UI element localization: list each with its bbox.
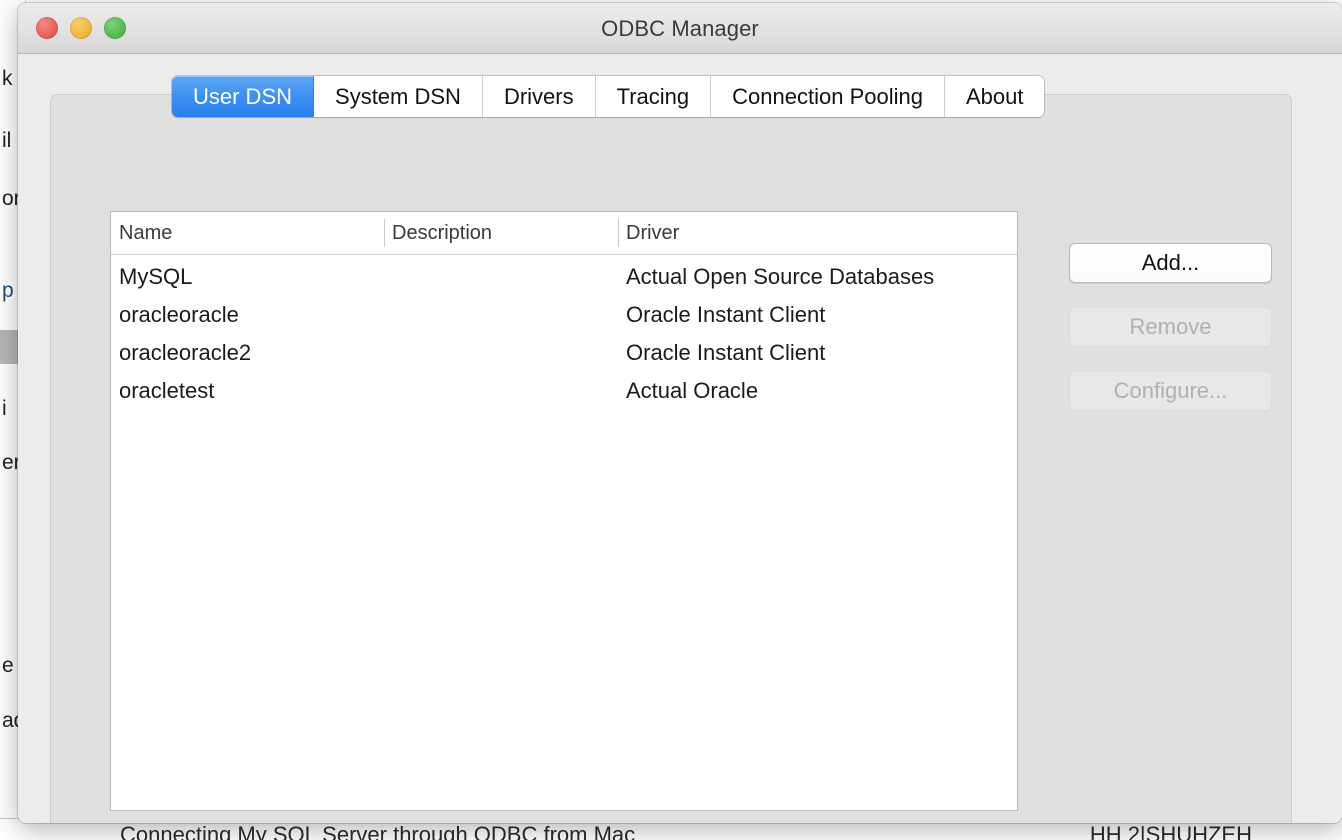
tab-tracing[interactable]: Tracing: [594, 76, 711, 117]
tab-drivers[interactable]: Drivers: [481, 76, 595, 117]
tab-system-dsn[interactable]: System DSN: [313, 76, 482, 117]
add-button[interactable]: Add...: [1069, 243, 1272, 283]
cell-driver: Oracle Instant Client: [626, 302, 826, 327]
table-row[interactable]: MySQL Actual Open Source Databases: [111, 258, 1017, 296]
tab-about[interactable]: About: [943, 76, 1045, 117]
window-titlebar[interactable]: ODBC Manager: [18, 3, 1342, 54]
column-header-name[interactable]: Name: [111, 212, 384, 254]
table-body: MySQL Actual Open Source Databases oracl…: [111, 255, 1017, 410]
tab-content-panel: Name Description Driver MySQL Actual Ope…: [50, 94, 1292, 823]
tab-connection-pooling[interactable]: Connection Pooling: [710, 76, 944, 117]
background-text-fragment: p: [2, 279, 14, 302]
table-row[interactable]: oracleoracle2 Oracle Instant Client: [111, 334, 1017, 372]
background-text-fragment: i: [2, 397, 7, 420]
cell-name: oracletest: [119, 378, 215, 403]
action-button-group: Add... Remove Configure...: [1069, 243, 1272, 435]
column-header-description[interactable]: Description: [384, 212, 618, 254]
configure-button[interactable]: Configure...: [1069, 371, 1272, 411]
window-body: Name Description Driver MySQL Actual Ope…: [18, 54, 1342, 823]
odbc-manager-window: ODBC Manager Name Description Driver MyS…: [18, 3, 1342, 823]
background-bottom-caption-right: HH 2|SHUHZEH: [1089, 822, 1252, 840]
table-header-row: Name Description Driver: [111, 212, 1017, 255]
window-title: ODBC Manager: [601, 16, 759, 41]
table-row[interactable]: oracleoracle Oracle Instant Client: [111, 296, 1017, 334]
cell-name: oracleoracle2: [119, 340, 252, 365]
cell-driver: Actual Open Source Databases: [626, 264, 935, 289]
background-text-fragment: e: [2, 654, 14, 677]
background-text-fragment: il: [2, 129, 12, 152]
cell-name: oracleoracle: [119, 302, 239, 327]
cell-driver: Oracle Instant Client: [626, 340, 826, 365]
cell-driver: Actual Oracle: [626, 378, 759, 403]
tab-bar: User DSN System DSN Drivers Tracing Conn…: [172, 76, 1045, 117]
tab-user-dsn[interactable]: User DSN: [172, 76, 314, 117]
column-header-driver[interactable]: Driver: [618, 212, 1017, 254]
background-text-fragment: k: [2, 67, 13, 90]
cell-name: MySQL: [119, 264, 193, 289]
background-bottom-caption: Connecting My SQL Server through ODBC fr…: [120, 822, 636, 840]
dsn-table[interactable]: Name Description Driver MySQL Actual Ope…: [110, 211, 1018, 811]
remove-button[interactable]: Remove: [1069, 307, 1272, 347]
table-row[interactable]: oracletest Actual Oracle: [111, 372, 1017, 410]
